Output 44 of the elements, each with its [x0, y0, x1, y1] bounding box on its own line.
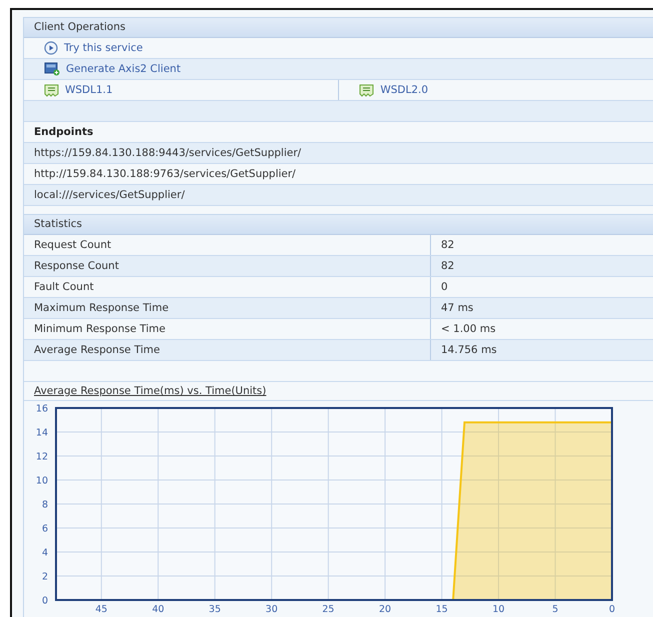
x-tick-label: 45 — [95, 604, 108, 615]
x-tick-label: 10 — [492, 604, 505, 615]
chart-title: Average Response Time(ms) vs. Time(Units) — [34, 385, 266, 397]
y-tick-label: 0 — [42, 596, 48, 606]
table-cell-text: < 1.00 ms — [440, 322, 496, 337]
table-cell: Average Response Time — [24, 340, 431, 360]
play-icon — [44, 41, 58, 56]
y-tick-label: 12 — [36, 452, 48, 462]
link[interactable]: Generate Axis2 Client — [44, 62, 181, 76]
table-cell-text: 0 — [440, 280, 448, 295]
x-tick-label: 15 — [436, 604, 448, 615]
link[interactable]: Try this service — [44, 41, 143, 56]
table-cell: Fault Count — [24, 277, 431, 297]
link[interactable]: WSDL1.1 — [44, 83, 113, 98]
link[interactable]: WSDL2.0 — [359, 83, 428, 98]
table-cell: Response Count — [24, 256, 431, 276]
table-cell: Request Count — [24, 235, 431, 255]
y-tick-label: 6 — [42, 524, 48, 534]
x-tick-label: 20 — [379, 604, 392, 615]
endpoint-url: https://159.84.130.188:9443/services/GetSupplier/ — [24, 143, 653, 164]
table-cell-text: 14.756 ms — [440, 343, 497, 358]
x-tick-label: 35 — [208, 604, 221, 615]
x-tick-label: 30 — [266, 604, 278, 615]
table-cell-text: 47 ms — [440, 301, 474, 316]
table-cell-text: 82 — [440, 238, 454, 253]
y-tick-label: 2 — [42, 572, 48, 582]
y-tick-label: 16 — [36, 404, 48, 414]
section-header: Client Operations — [24, 17, 653, 38]
document-icon — [44, 84, 59, 97]
y-tick-label: 14 — [36, 428, 48, 438]
y-tick-label: 10 — [36, 476, 48, 486]
x-tick-label: 5 — [552, 604, 558, 615]
endpoint-url: local:///services/GetSupplier/ — [24, 185, 653, 206]
table-cell-text: 82 — [440, 259, 454, 274]
x-tick-label: 0 — [608, 604, 616, 615]
table-cell: Maximum Response Time — [24, 298, 431, 318]
document-icon — [359, 84, 374, 97]
computer-icon — [44, 62, 60, 76]
x-tick-label: 25 — [322, 604, 334, 615]
x-tick-label: 40 — [152, 604, 164, 615]
y-tick-label: 4 — [42, 548, 48, 558]
y-tick-label: 8 — [42, 500, 48, 510]
section-header: Statistics — [24, 214, 653, 235]
table-cell: Minimum Response Time — [24, 319, 431, 339]
